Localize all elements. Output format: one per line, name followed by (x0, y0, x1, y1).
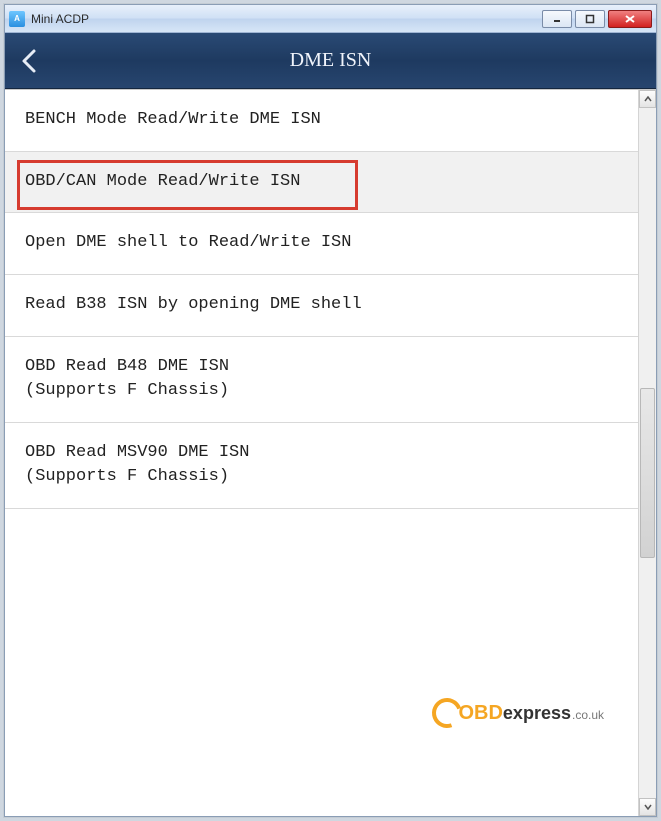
menu-item-label: OBD/CAN Mode Read/Write ISN (25, 172, 300, 191)
scroll-area: BENCH Mode Read/Write DME ISN OBD/CAN Mo… (5, 90, 638, 816)
watermark: OBDexpress.co.uk (432, 698, 604, 728)
page-title: DME ISN (5, 49, 656, 72)
titlebar: A Mini ACDP (5, 5, 656, 33)
menu-item[interactable]: Read B38 ISN by opening DME shell (5, 275, 638, 337)
menu-item[interactable]: OBD Read B48 DME ISN (Supports F Chassis… (5, 337, 638, 423)
menu-item[interactable]: OBD Read MSV90 DME ISN (Supports F Chass… (5, 423, 638, 509)
menu-item-label: OBD Read MSV90 DME ISN (Supports F Chass… (25, 443, 249, 487)
scrollbar[interactable] (638, 90, 656, 816)
minimize-icon (552, 14, 562, 24)
menu-item-label: OBD Read B48 DME ISN (Supports F Chassis… (25, 357, 229, 401)
menu-list: BENCH Mode Read/Write DME ISN OBD/CAN Mo… (5, 90, 638, 509)
scroll-down-button[interactable] (639, 798, 656, 816)
window-title: Mini ACDP (31, 12, 89, 26)
close-button[interactable] (608, 10, 652, 28)
minimize-button[interactable] (542, 10, 572, 28)
maximize-button[interactable] (575, 10, 605, 28)
watermark-suffix: .co.uk (572, 708, 604, 722)
chevron-up-icon (644, 96, 652, 102)
chevron-down-icon (644, 804, 652, 810)
maximize-icon (585, 14, 595, 24)
watermark-bold: OBD (458, 702, 502, 724)
chevron-left-icon (20, 48, 38, 74)
menu-item[interactable]: Open DME shell to Read/Write ISN (5, 213, 638, 275)
app-icon: A (9, 11, 25, 27)
back-button[interactable] (5, 33, 53, 88)
watermark-ring-icon (428, 693, 468, 733)
menu-item[interactable]: OBD/CAN Mode Read/Write ISN (5, 152, 638, 214)
watermark-rest: express (503, 703, 571, 723)
scroll-up-button[interactable] (639, 90, 656, 108)
menu-item-label: Open DME shell to Read/Write ISN (25, 233, 351, 252)
content-area: BENCH Mode Read/Write DME ISN OBD/CAN Mo… (5, 89, 656, 816)
menu-item-label: BENCH Mode Read/Write DME ISN (25, 110, 321, 129)
close-icon (624, 14, 636, 24)
navbar: DME ISN (5, 33, 656, 89)
app-window: A Mini ACDP DME ISN BENCH Mode Read/Writ… (4, 4, 657, 817)
scrollbar-thumb[interactable] (640, 388, 655, 558)
menu-item-label: Read B38 ISN by opening DME shell (25, 295, 362, 314)
menu-item[interactable]: BENCH Mode Read/Write DME ISN (5, 90, 638, 152)
scrollbar-track[interactable] (639, 108, 656, 798)
